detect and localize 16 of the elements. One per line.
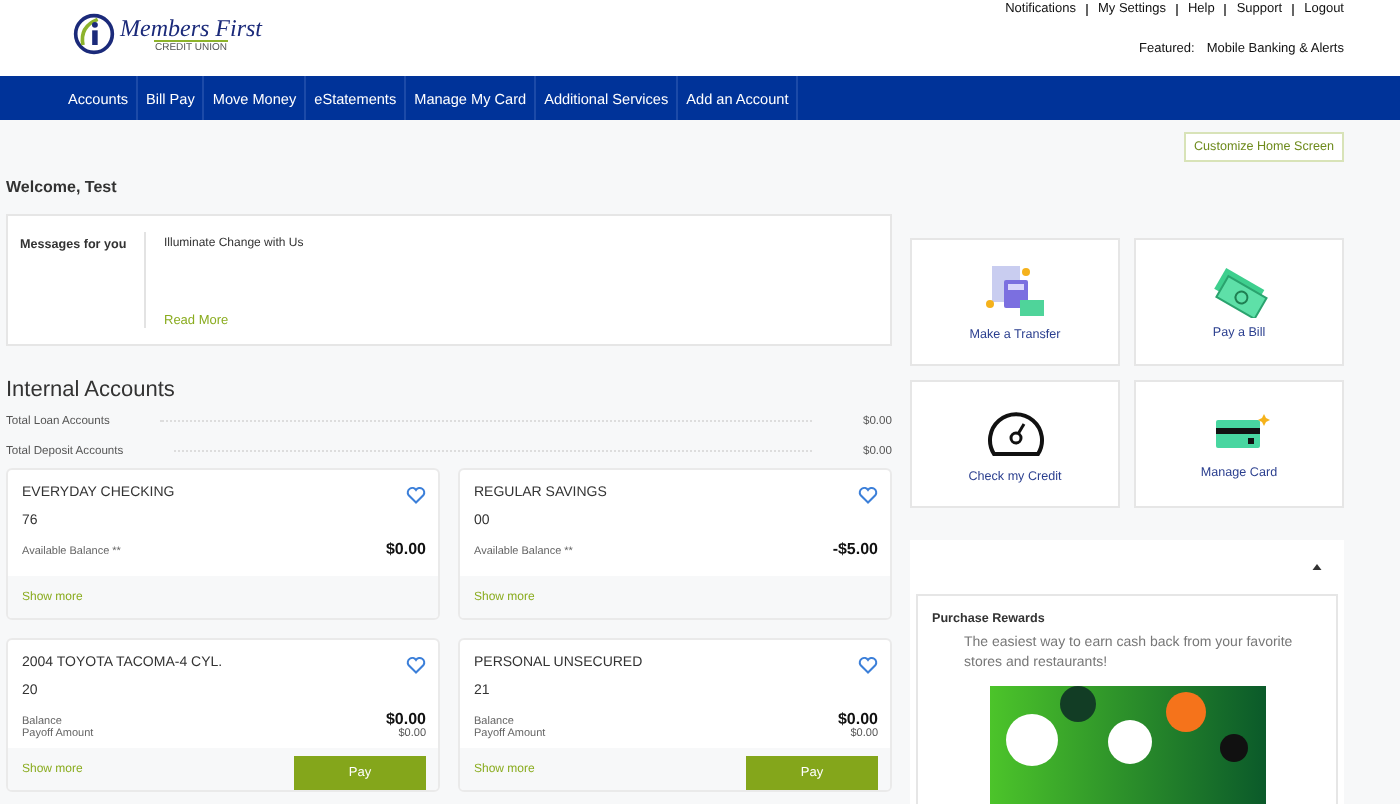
heart-icon[interactable]	[858, 656, 878, 674]
heart-icon[interactable]	[406, 486, 426, 504]
promo-banner-drawing[interactable]	[989, 686, 1265, 804]
balance-amount: $0.00	[385, 710, 426, 728]
balance-amount: $0.00	[837, 710, 878, 728]
heart-icon[interactable]	[858, 486, 878, 504]
balance-amount: $0.00	[385, 540, 426, 558]
collapse-caret-icon[interactable]	[1312, 564, 1322, 570]
heart-icon[interactable]	[406, 656, 426, 674]
balance-amount: -$5.00	[832, 540, 878, 558]
calculator-icon	[983, 263, 1047, 319]
logo-text: Members First	[120, 15, 262, 39]
section-heading: Internal Accounts	[6, 378, 177, 402]
cash-icon	[1209, 265, 1269, 317]
welcome-heading: Welcome, Test	[6, 178, 119, 196]
logo-icon	[72, 12, 116, 56]
